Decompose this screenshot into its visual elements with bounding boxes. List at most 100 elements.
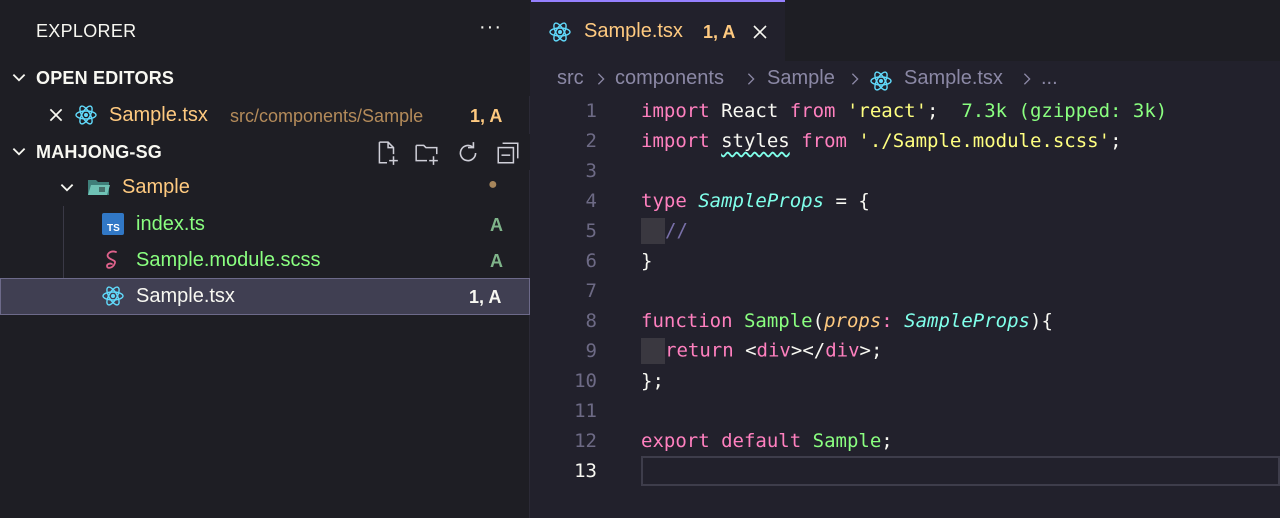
svg-text:TS: TS	[107, 223, 120, 234]
typescript-icon: TS	[102, 213, 124, 235]
react-icon	[102, 286, 124, 306]
keyword: from	[789, 100, 836, 122]
code-line: 11	[531, 396, 1280, 426]
chevron-right-icon	[747, 73, 755, 85]
jsx-tag: div	[825, 339, 860, 362]
line-number: 11	[574, 400, 597, 422]
jsx-tag: div	[756, 339, 791, 362]
line-number: 3	[585, 160, 597, 182]
code-text: }	[641, 250, 653, 272]
line-number: 10	[574, 370, 597, 392]
punctuation: <	[745, 339, 757, 362]
code-editor[interactable]: 1 import React from 'react'; 7.3k (gzipp…	[531, 96, 1280, 518]
code-line: 6 }	[531, 246, 1280, 276]
open-editor-item[interactable]: Sample.tsx src/components/Sample 1, A	[0, 97, 530, 134]
punctuation: ;	[927, 100, 939, 122]
identifier: React	[709, 100, 790, 122]
code-text: //	[641, 218, 688, 244]
open-editor-status: 1, A	[470, 106, 503, 126]
comment: //	[665, 219, 688, 242]
line-number: 8	[585, 310, 597, 332]
file-name: Sample.tsx	[136, 285, 235, 307]
folder-open-icon	[88, 180, 110, 195]
editor-area: Sample.tsx 1, A src components Sample Sa…	[531, 0, 1280, 518]
chevron-right-icon	[597, 73, 605, 85]
import-cost-hint: 7.3k (gzipped: 3k)	[938, 100, 1168, 122]
code-line: 8 function Sample(props: SampleProps){	[531, 306, 1280, 336]
function-name: Sample	[743, 310, 813, 332]
type-name: SampleProps	[698, 190, 825, 212]
line-number: 12	[574, 430, 597, 452]
git-status-badge: A	[490, 251, 503, 271]
collapse-all-icon[interactable]	[495, 140, 521, 166]
punctuation: = {	[824, 190, 870, 212]
tree-file-sample-module-scss[interactable]: Sample.module.scss A	[0, 242, 530, 279]
new-folder-icon[interactable]	[414, 140, 440, 166]
explorer-title: EXPLORER	[36, 21, 137, 41]
keyword: import	[641, 100, 710, 122]
open-editors-section-header[interactable]: OPEN EDITORS	[0, 60, 530, 96]
tab-sample-tsx[interactable]: Sample.tsx 1, A	[531, 0, 785, 61]
workspace-section-header[interactable]: MAHJONG-SG	[0, 134, 530, 170]
code-text: function Sample(props: SampleProps){	[641, 310, 1053, 332]
breadcrumb-item[interactable]: ...	[1041, 67, 1058, 90]
code-text: import React from 'react'; 7.3k (gzipped…	[641, 100, 1167, 122]
keyword: import	[641, 130, 710, 152]
code-line-current: 13	[531, 456, 1280, 486]
breadcrumb: src components Sample Sample.tsx ...	[531, 62, 1280, 96]
git-status-badge: 1, A	[469, 287, 502, 307]
keyword: type	[641, 190, 687, 212]
current-line-highlight	[641, 456, 1280, 486]
breadcrumb-item[interactable]: components	[615, 67, 724, 90]
react-icon	[75, 105, 97, 125]
close-icon[interactable]	[752, 24, 768, 40]
code-line: 7	[531, 276, 1280, 306]
tree-file-index-ts[interactable]: TS index.ts A	[0, 206, 530, 243]
workspace-label: MAHJONG-SG	[36, 142, 163, 162]
function-name: Sample	[812, 430, 882, 452]
indent-guide	[641, 218, 665, 244]
new-file-icon[interactable]	[374, 140, 400, 166]
more-actions-icon[interactable]: ···	[479, 17, 502, 37]
open-editors-label: OPEN EDITORS	[36, 68, 175, 88]
line-number: 2	[585, 130, 597, 152]
punctuation: (	[812, 310, 825, 332]
code-line: 4 type SampleProps = {	[531, 186, 1280, 216]
react-icon	[870, 71, 892, 91]
type-name: SampleProps	[904, 310, 1030, 332]
breadcrumb-item[interactable]: Sample.tsx	[904, 67, 1003, 90]
explorer-header: EXPLORER ···	[0, 0, 530, 62]
git-status-badge: A	[490, 215, 503, 235]
folder-name: Sample	[122, 176, 190, 198]
punctuation: ></	[790, 339, 826, 362]
chevron-down-icon	[60, 183, 74, 192]
code-line: 10 };	[531, 366, 1280, 396]
code-line: 3	[531, 156, 1280, 186]
tab-label: Sample.tsx	[584, 20, 683, 42]
string-literal: './Sample.module.scss'	[858, 130, 1111, 152]
breadcrumb-item[interactable]: Sample	[767, 67, 835, 90]
refresh-icon[interactable]	[455, 140, 481, 166]
close-icon[interactable]	[47, 106, 65, 124]
identifier-with-warning[interactable]: styles	[721, 130, 790, 152]
code-text: };	[641, 370, 664, 392]
code-line: 12 export default Sample;	[531, 426, 1280, 456]
code-line: 2 import styles from './Sample.module.sc…	[531, 126, 1280, 156]
code-line: 9 return <div></div>;	[531, 336, 1280, 366]
line-number: 4	[585, 190, 597, 212]
tree-file-sample-tsx[interactable]: Sample.tsx 1, A	[0, 278, 530, 315]
file-name: index.ts	[136, 213, 205, 235]
punctuation: ;	[881, 430, 893, 452]
chevron-down-icon	[12, 73, 26, 82]
tree-folder-sample[interactable]: Sample ●	[0, 169, 530, 206]
code-line: 5 //	[531, 216, 1280, 246]
breadcrumb-item[interactable]: src	[557, 67, 584, 90]
explorer-sidebar: EXPLORER ··· OPEN EDITORS Sample.tsx src…	[0, 0, 530, 518]
code-text: return <div></div>;	[641, 338, 882, 364]
